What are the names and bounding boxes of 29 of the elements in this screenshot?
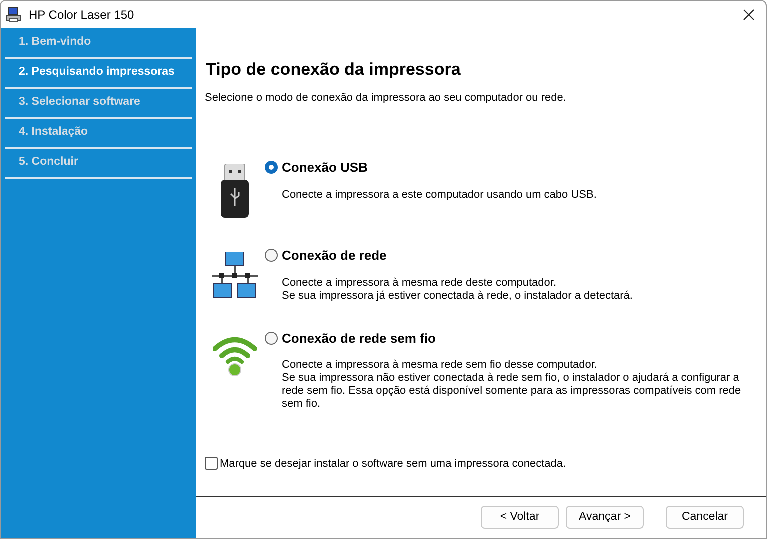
close-icon[interactable] xyxy=(743,8,755,20)
network-icon xyxy=(210,252,260,300)
step-label: 5. Concluir xyxy=(19,155,78,170)
option-description: Conecte a impressora à mesma rede sem fio desse computador. xyxy=(282,359,598,372)
step-label: 1. Bem-vindo xyxy=(19,35,92,50)
dialog-button[interactable]: Avançar > xyxy=(566,506,644,529)
option-label: Conexão de rede sem fio xyxy=(282,330,436,348)
radio-button[interactable] xyxy=(265,161,278,174)
usb-stick-icon xyxy=(219,164,251,220)
option-label: Conexão USB xyxy=(282,159,368,177)
dialog-button[interactable]: Cancelar xyxy=(666,506,744,529)
page-heading: Tipo de conexão da impressora xyxy=(206,59,462,81)
dialog-button[interactable]: < Voltar xyxy=(481,506,559,529)
step-label: 4. Instalação xyxy=(19,125,88,140)
checkbox-label: Marque se desejar instalar o software sem uma impressora conectada. xyxy=(220,456,566,472)
checkbox[interactable] xyxy=(205,457,218,470)
radio-button[interactable] xyxy=(265,249,278,262)
option-description: Conecte a impressora à mesma rede deste computador. xyxy=(282,276,558,290)
option-label: Conexão de rede xyxy=(282,247,387,265)
option-description: Se sua impressora não estiver conectada à rede sem fio, o instalador o ajudará a configurar a rede sem fio. Essa opção está disponível somente para as impressoras compatíveis com rede sem fio. xyxy=(282,372,742,411)
radio-button[interactable] xyxy=(265,332,278,345)
option-description: Se sua impressora já estiver conectada à rede, o instalador a detectará. xyxy=(282,290,634,302)
option-description: Conecte a impressora a este computador usando um cabo USB. xyxy=(282,188,598,202)
wifi-icon xyxy=(213,334,257,376)
step-label: 3. Selecionar software xyxy=(19,95,140,110)
step-label: 2. Pesquisando impressoras xyxy=(19,65,175,80)
printer-computer-icon xyxy=(6,6,22,22)
window-title: HP Color Laser 150 xyxy=(29,6,134,24)
page-subheading: Selecione o modo de conexão da impressora ao seu computador ou rede. xyxy=(205,90,568,106)
